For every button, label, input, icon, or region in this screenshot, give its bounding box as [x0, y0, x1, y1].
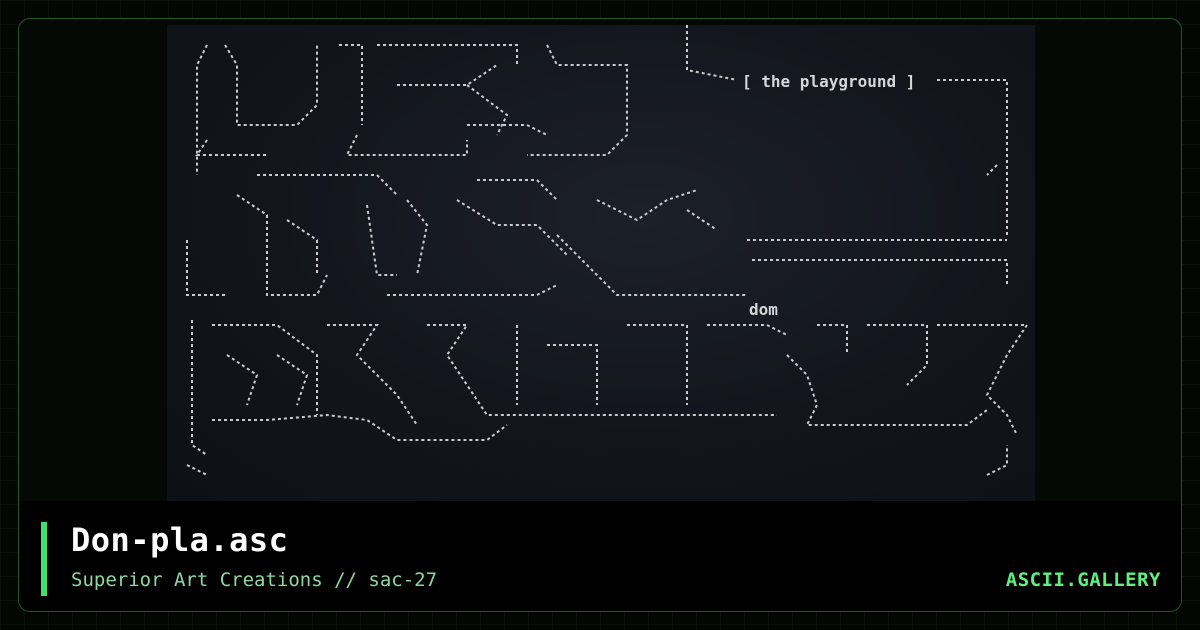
ascii-art-strokes — [186, 25, 1029, 476]
ascii-art-drawing: [ the playground ] dom — [186, 25, 1029, 476]
art-caption: [ the playground ] — [742, 72, 915, 91]
ascii-art-image: [ the playground ] dom — [167, 25, 1035, 501]
accent-bar — [41, 522, 47, 596]
artwork-title: Don-pla.asc — [71, 521, 289, 559]
artwork-subtitle: Superior Art Creations // sac-27 — [71, 569, 438, 591]
brand-label: ASCII.GALLERY — [1005, 569, 1161, 591]
art-signature: dom — [749, 300, 778, 319]
footer: Don-pla.asc Superior Art Creations // sa… — [19, 501, 1181, 611]
preview-card: [ the playground ] dom Don-pla.asc Super… — [18, 18, 1182, 612]
